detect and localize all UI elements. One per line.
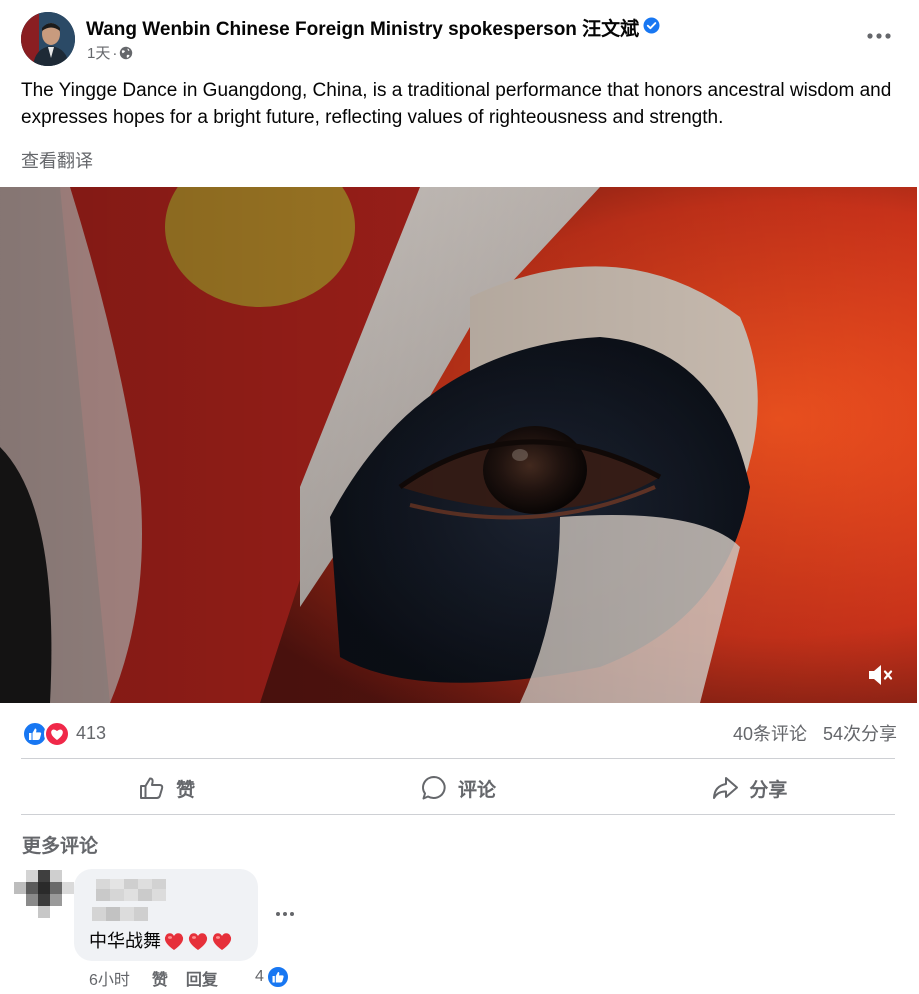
action-bar: 赞 评论 分享 [21,762,895,814]
post-meta: 1天 · [87,42,133,63]
commenter-avatar[interactable] [12,866,76,930]
author-name[interactable]: Wang Wenbin Chinese Foreign Ministry spo… [86,14,660,41]
see-translation-link[interactable]: 查看翻译 [21,147,93,173]
comment-reply-button[interactable]: 回复 [186,972,218,989]
like-reaction-icon [265,965,290,989]
heart-icon [163,931,185,951]
comment-like-count-value: 4 [255,968,264,985]
comment-like-count[interactable]: 4 [255,965,290,989]
like-label: 赞 [176,779,196,801]
thumb-up-icon [140,777,164,799]
comment-button[interactable]: 评论 [312,762,603,814]
reaction-summary[interactable]: 413 [22,719,106,747]
divider-top [21,758,895,759]
reaction-count[interactable]: 413 [76,723,106,744]
meta-separator: · [112,45,118,62]
heart-icon [211,931,233,951]
mute-toggle-button[interactable] [862,659,898,691]
post-header: Wang Wenbin Chinese Foreign Ministry spo… [0,0,919,72]
comment-time[interactable]: 6小时 [89,972,130,989]
like-button[interactable]: 赞 [21,762,312,814]
comment-text: 中华战舞 [89,927,233,953]
comment-bubble: 中华战舞 [74,869,258,961]
heart-icon [187,931,209,951]
comment-icon [422,776,446,800]
mute-icon [869,665,893,685]
video-frame-image [0,187,917,703]
comment-label: 评论 [457,779,496,801]
post-video[interactable] [0,187,917,703]
shares-count[interactable]: 54次分享 [823,724,897,744]
divider-bottom [21,814,895,815]
facebook-post: Wang Wenbin Chinese Foreign Ministry spo… [0,0,919,994]
more-dots-icon [276,912,294,916]
comments-count[interactable]: 40条评论 [733,724,807,744]
more-dots-icon [867,33,891,39]
share-button[interactable]: 分享 [604,762,895,814]
post-time[interactable]: 1天 [87,45,110,62]
comment-footer: 6小时 赞 回复 [89,966,236,990]
post-body-text: The Yingge Dance in Guangdong, China, is… [21,80,892,128]
verified-badge-icon [643,17,660,34]
more-comments-link[interactable]: 更多评论 [22,831,98,858]
more-options-button[interactable] [861,20,897,52]
comment-more-button[interactable] [272,902,298,926]
author-avatar[interactable] [21,12,75,66]
author-name-text[interactable]: Wang Wenbin Chinese Foreign Ministry spo… [86,19,639,40]
share-icon [713,777,739,799]
reaction-icons [22,720,72,747]
commenter-name-blurred[interactable] [88,877,180,927]
comment-text-content: 中华战舞 [89,931,161,951]
engagement-counts: 40条评论 54次分享 [717,720,897,746]
share-label: 分享 [749,779,788,801]
love-reaction-icon [44,721,70,747]
globe-icon [119,46,133,60]
comment-like-button[interactable]: 赞 [152,972,168,989]
